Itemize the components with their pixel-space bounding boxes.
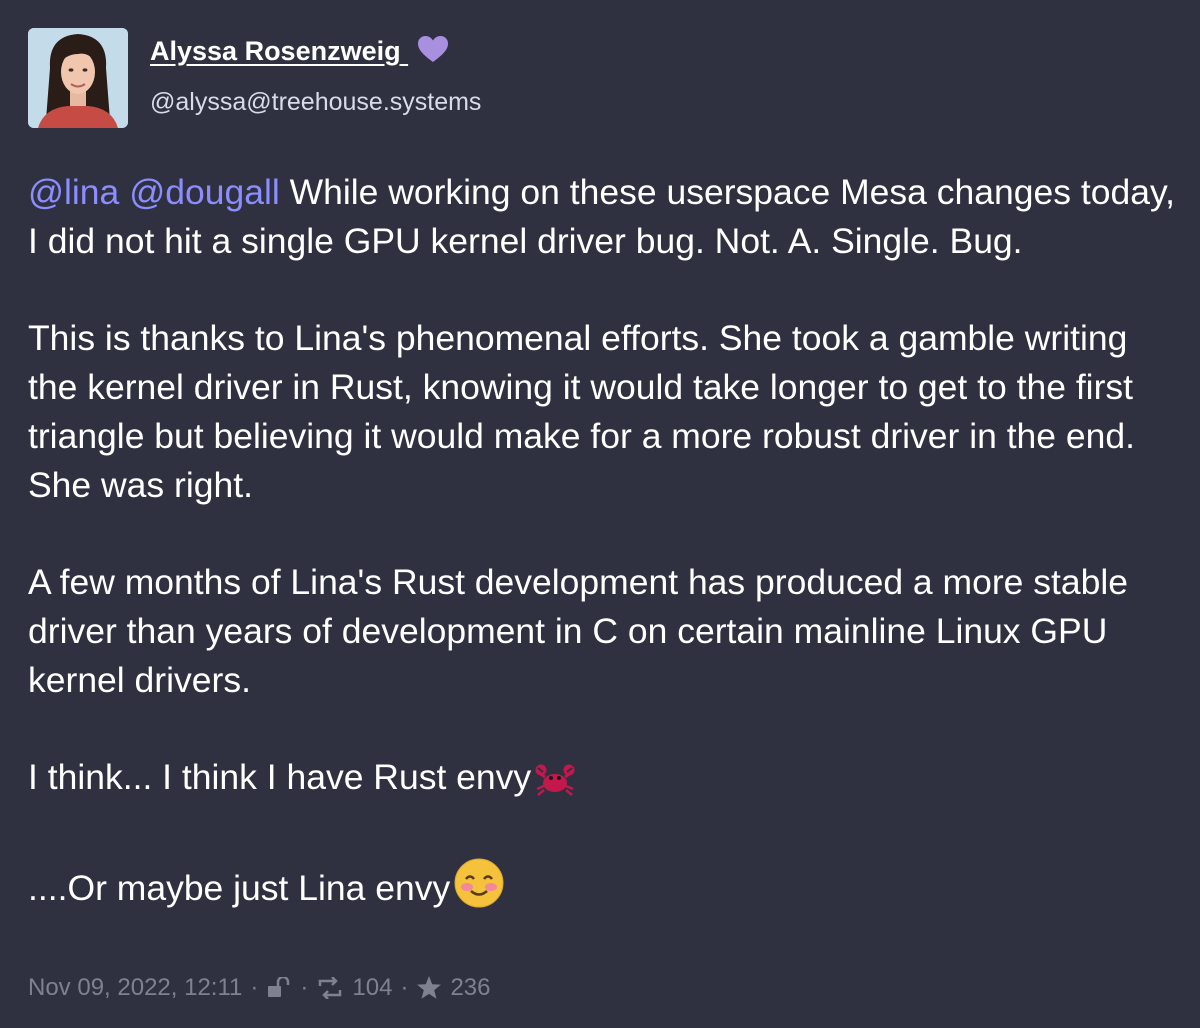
- post-text: I think... I think I have Rust envy: [28, 757, 532, 797]
- mention-link-dougall[interactable]: @dougall: [129, 172, 280, 212]
- purple-heart-icon: [418, 36, 449, 70]
- post-content: @lina @dougall While working on these us…: [28, 168, 1178, 969]
- smiling-face-emoji: [454, 858, 504, 921]
- post-paragraph: I think... I think I have Rust envy: [28, 753, 1178, 810]
- separator: ·: [300, 974, 309, 1001]
- mention-link-lina[interactable]: @lina: [28, 172, 119, 212]
- author-display-name: Alyssa Rosenzweig: [150, 36, 401, 66]
- unlocked-icon: [266, 977, 292, 999]
- post-card: Alyssa Rosenzweig @alyssa@treehouse.syst…: [0, 0, 1200, 1028]
- post-text: ....Or maybe just Lina envy: [28, 868, 451, 908]
- author-display-name-link[interactable]: Alyssa Rosenzweig: [150, 36, 449, 70]
- avatar[interactable]: [28, 28, 128, 128]
- separator: ·: [250, 974, 259, 1001]
- star-icon[interactable]: [416, 976, 442, 1000]
- post-paragraph: This is thanks to Lina's phenomenal effo…: [28, 318, 1136, 505]
- post-paragraph: A few months of Lina's Rust development …: [28, 562, 1129, 700]
- author-handle[interactable]: @alyssa@treehouse.systems: [150, 88, 481, 117]
- avatar-image: [28, 28, 128, 128]
- boost-count: 104: [352, 974, 393, 1001]
- boost-icon[interactable]: [316, 977, 344, 999]
- crab-emoji: [535, 761, 575, 810]
- post-timestamp[interactable]: Nov 09, 2022, 12:11: [28, 974, 242, 1002]
- post-footer: Nov 09, 2022, 12:11 · · 104 · 236: [28, 974, 490, 1002]
- favourite-count: 236: [450, 974, 491, 1001]
- separator: ·: [400, 974, 409, 1001]
- post-paragraph: @lina @dougall While working on these us…: [28, 168, 1178, 266]
- post-paragraph: ....Or maybe just Lina envy: [28, 858, 1178, 921]
